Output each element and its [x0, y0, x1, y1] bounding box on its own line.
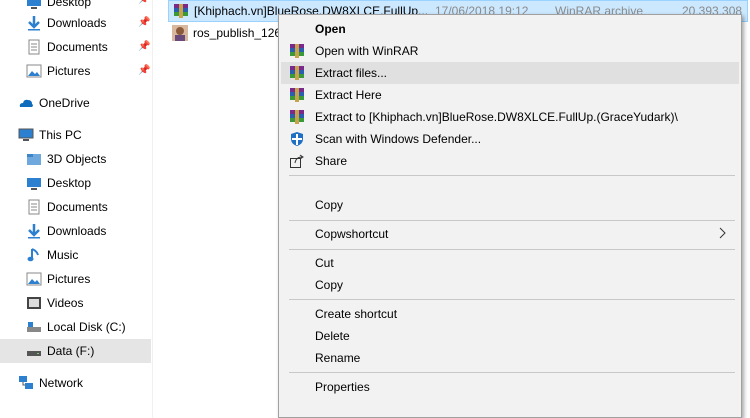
nav-item-downloads-pinned[interactable]: Downloads: [26, 11, 106, 35]
nav-item-pictures-pinned[interactable]: Pictures: [26, 59, 90, 83]
menu-item-properties[interactable]: Properties: [281, 376, 739, 398]
pictures-icon: [26, 271, 42, 287]
menu-item-cut[interactable]: Cut: [281, 252, 739, 274]
menu-item-copy[interactable]: Copy: [281, 274, 739, 296]
nav-item-label: 3D Objects: [47, 152, 107, 166]
menu-item-extract-here[interactable]: Extract Here: [281, 84, 739, 106]
pin-icon: 📌: [138, 0, 150, 6]
documents-icon: [26, 199, 42, 215]
menu-separator: [289, 249, 735, 250]
winrar-icon: [289, 43, 305, 59]
network-icon: [18, 375, 34, 391]
menu-item-extract-files[interactable]: Extract files...: [281, 62, 739, 84]
nav-item-label: Downloads: [47, 224, 107, 238]
game-icon: [172, 25, 188, 41]
nav-item-label: This PC: [39, 128, 82, 142]
chevron-right-icon: [719, 227, 727, 239]
nav-item-label: Local Disk (C:): [47, 320, 126, 334]
winrar-archive-icon: [173, 3, 189, 19]
menu-item-label: Copy: [315, 278, 344, 292]
nav-item-documents[interactable]: Documents: [26, 195, 108, 219]
menu-item-label: Rename: [315, 351, 361, 365]
menu-separator: [289, 175, 735, 176]
nav-item-label: Desktop: [47, 0, 92, 9]
onedrive-icon: [18, 95, 34, 111]
winrar-icon: [289, 109, 305, 125]
share-icon: [289, 153, 305, 169]
nav-item-label: Data (F:): [47, 344, 95, 358]
nav-item-onedrive[interactable]: OneDrive: [18, 91, 90, 115]
nav-item-label: Desktop: [47, 176, 92, 190]
local-disk-icon: [26, 319, 42, 335]
navigation-pane: Desktop 📌 Downloads 📌 Documents 📌 Pictur…: [0, 0, 152, 418]
windows-defender-icon: [289, 131, 305, 147]
menu-item-label: Share: [315, 154, 348, 168]
pane-divider[interactable]: [152, 0, 153, 418]
menu-item-create-shortcut[interactable]: Create shortcut: [281, 303, 739, 325]
nav-item-network[interactable]: Network: [18, 371, 83, 395]
downloads-icon: [26, 223, 42, 239]
menu-separator: [289, 299, 735, 300]
nav-item-music[interactable]: Music: [26, 243, 78, 267]
nav-item-label: Downloads: [47, 16, 107, 30]
context-menu: Open Open with WinRAR Extract files... E…: [278, 14, 742, 418]
nav-item-videos[interactable]: Videos: [26, 291, 83, 315]
drive-icon: [26, 343, 42, 359]
3d-objects-icon: [26, 151, 42, 167]
nav-item-label: Pictures: [47, 272, 91, 286]
videos-icon: [26, 295, 42, 311]
desktop-icon: [26, 0, 42, 10]
winrar-icon: [289, 87, 305, 103]
menu-item-label: Copy: [315, 198, 344, 212]
menu-item-open-with-winrar[interactable]: Open with WinRAR: [281, 40, 739, 62]
menu-item-scan-defender[interactable]: Scan with Windows Defender...: [281, 128, 739, 150]
nav-item-label: Documents: [47, 40, 108, 54]
menu-item-label: Scan with Windows Defender...: [315, 132, 482, 146]
menu-item-label: Extract Here: [315, 88, 382, 102]
menu-item-share[interactable]: Share: [281, 150, 739, 172]
pictures-icon: [26, 63, 42, 79]
nav-item-this-pc[interactable]: This PC: [18, 123, 82, 147]
menu-item-label: Create shortcut: [315, 307, 398, 321]
music-icon: [26, 247, 42, 263]
menu-item-label: Open: [315, 22, 346, 36]
menu-item-label: Properties: [315, 380, 370, 394]
nav-item-downloads[interactable]: Downloads: [26, 219, 106, 243]
nav-item-label: Network: [39, 376, 84, 390]
menu-item-label: Delete: [315, 329, 350, 343]
desktop-icon: [26, 175, 42, 191]
menu-item-open[interactable]: Open: [281, 18, 739, 40]
menu-item-copy-top[interactable]: Copy: [281, 194, 739, 216]
documents-icon: [26, 39, 42, 55]
nav-item-local-disk[interactable]: Local Disk (C:): [26, 315, 126, 339]
menu-item-extract-to[interactable]: Extract to [Khiphach.vn]BlueRose.DW8XLCE…: [281, 106, 739, 128]
pin-icon: 📌: [138, 41, 151, 52]
nav-item-label: OneDrive: [39, 96, 90, 110]
menu-item-label: Extract files...: [315, 66, 388, 80]
nav-item-label: Music: [47, 248, 79, 262]
menu-item-copy-shortcut[interactable]: Copwshortcut: [281, 223, 739, 245]
nav-item-data-drive[interactable]: Data (F:): [0, 339, 151, 363]
this-pc-icon: [18, 127, 34, 143]
menu-item-delete[interactable]: Delete: [281, 325, 739, 347]
menu-separator: [289, 220, 735, 221]
menu-item-rename[interactable]: Rename: [281, 347, 739, 369]
nav-item-label: Pictures: [47, 64, 91, 78]
nav-item-desktop[interactable]: Desktop: [26, 171, 91, 195]
pin-icon: 📌: [138, 17, 151, 28]
menu-item-label: Cut: [315, 256, 334, 270]
nav-item-pictures[interactable]: Pictures: [26, 267, 90, 291]
downloads-icon: [26, 15, 42, 31]
nav-item-label: Videos: [47, 296, 84, 310]
menu-item-label: Copwshortcut: [315, 227, 389, 241]
menu-item-label: Extract to [Khiphach.vn]BlueRose.DW8XLCE…: [315, 110, 678, 124]
pin-icon: 📌: [138, 65, 151, 76]
menu-item-label: Open with WinRAR: [315, 44, 419, 58]
winrar-icon: [289, 65, 305, 81]
nav-item-label: Documents: [47, 200, 108, 214]
nav-item-documents-pinned[interactable]: Documents: [26, 35, 108, 59]
nav-item-3d-objects[interactable]: 3D Objects: [26, 147, 106, 171]
menu-separator: [289, 372, 735, 373]
